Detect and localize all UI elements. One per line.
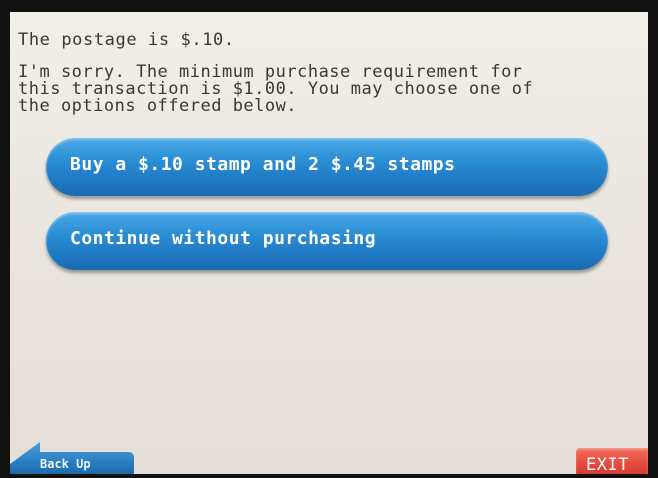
exit-label: EXIT — [586, 455, 629, 474]
continue-without-purchasing-button[interactable]: Continue without purchasing — [46, 212, 608, 270]
postage-amount-text: The postage is $.10. — [18, 30, 235, 50]
kiosk-screen: The postage is $.10. I'm sorry. The mini… — [10, 12, 648, 474]
back-up-label: Back Up — [40, 457, 91, 471]
buy-stamps-option-label: Buy a $.10 stamp and 2 $.45 stamps — [70, 154, 456, 175]
back-up-button[interactable]: Back Up — [10, 442, 136, 474]
buy-stamps-option-button[interactable]: Buy a $.10 stamp and 2 $.45 stamps — [46, 138, 608, 196]
exit-button[interactable]: EXIT — [576, 448, 648, 474]
continue-without-purchasing-label: Continue without purchasing — [70, 228, 377, 249]
minimum-purchase-message: I'm sorry. The minimum purchase requirem… — [18, 62, 534, 116]
kiosk-frame: The postage is $.10. I'm sorry. The mini… — [0, 0, 658, 478]
